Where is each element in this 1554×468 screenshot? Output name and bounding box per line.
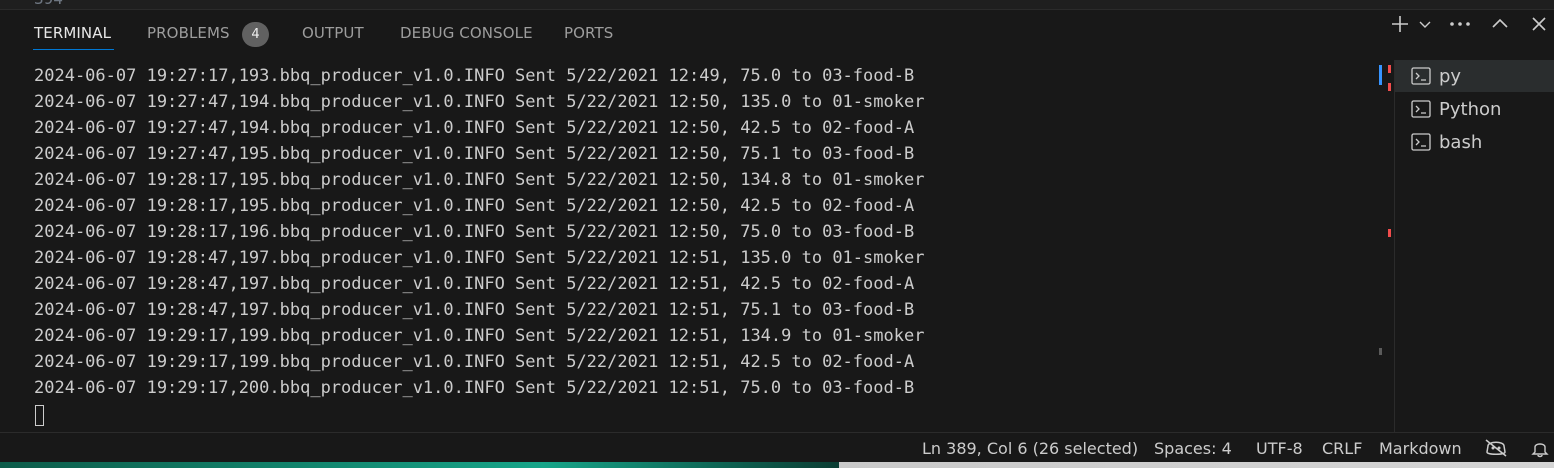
terminal-line: 2024-06-07 19:27:47,194.bbq_producer_v1.… [34, 118, 915, 138]
bell-icon [1531, 443, 1549, 458]
terminal-line: 2024-06-07 19:28:47,197.bbq_producer_v1.… [34, 248, 925, 268]
terminal-instance-label: Python [1439, 98, 1502, 120]
terminal-profile-dropdown[interactable] [1417, 10, 1433, 38]
terminal-line: 2024-06-07 19:28:17,195.bbq_producer_v1.… [34, 196, 915, 216]
terminal-line: 2024-06-07 19:28:17,196.bbq_producer_v1.… [34, 222, 915, 242]
problems-count-badge: 4 [242, 22, 269, 47]
terminal-line: 2024-06-07 19:27:47,195.bbq_producer_v1.… [34, 144, 915, 164]
scroll-marker [1388, 229, 1391, 237]
scroll-marker [1388, 65, 1391, 73]
tab-ports[interactable]: PORTS [564, 24, 613, 42]
terminal-line: 2024-06-07 19:27:47,194.bbq_producer_v1.… [34, 92, 925, 112]
panel-tab-bar: TERMINAL PROBLEMS 4 OUTPUT DEBUG CONSOLE… [0, 10, 1554, 60]
chevron-down-icon [1419, 21, 1431, 28]
active-tab-indicator [33, 49, 114, 50]
maximize-panel-button[interactable] [1489, 10, 1511, 38]
plus-icon [1392, 16, 1408, 32]
terminal-line: 2024-06-07 19:29:17,199.bbq_producer_v1.… [34, 326, 925, 346]
status-bar: Ln 389, Col 6 (26 selected) Spaces: 4 UT… [0, 432, 1554, 463]
close-icon [1532, 17, 1546, 31]
terminal-instances-list: py Python bash [1394, 60, 1554, 432]
notifications-button[interactable] [1530, 438, 1550, 462]
terminal-instance-bash[interactable]: bash [1395, 126, 1554, 158]
terminal-instance-label: bash [1439, 131, 1483, 153]
terminal-icon [1411, 67, 1431, 85]
status-eol[interactable]: CRLF [1322, 439, 1362, 458]
scroll-marker [1379, 65, 1382, 85]
terminal-scrollbar[interactable] [1377, 62, 1391, 432]
terminal-icon [1411, 100, 1431, 118]
terminal-line: 2024-06-07 19:29:17,199.bbq_producer_v1.… [34, 352, 915, 372]
terminal-line: 2024-06-07 19:28:47,197.bbq_producer_v1.… [34, 300, 915, 320]
status-encoding[interactable]: UTF-8 [1256, 439, 1303, 458]
copilot-status-button[interactable] [1484, 438, 1508, 462]
scroll-marker [1388, 83, 1391, 91]
terminal-line: 2024-06-07 19:29:17,200.bbq_producer_v1.… [34, 378, 915, 398]
status-indentation[interactable]: Spaces: 4 [1154, 439, 1232, 458]
bottom-panel: TERMINAL PROBLEMS 4 OUTPUT DEBUG CONSOLE… [0, 10, 1554, 432]
tab-problems[interactable]: PROBLEMS [147, 24, 230, 42]
tab-debug-console[interactable]: DEBUG CONSOLE [400, 24, 533, 42]
desktop-taskbar-edge [0, 462, 1554, 468]
tab-terminal[interactable]: TERMINAL [34, 24, 111, 42]
terminal-instance-py[interactable]: py [1395, 60, 1554, 92]
terminal-line: 2024-06-07 19:28:47,197.bbq_producer_v1.… [34, 274, 915, 294]
status-language-mode[interactable]: Markdown [1379, 439, 1462, 458]
status-cursor-position[interactable]: Ln 389, Col 6 (26 selected) [922, 439, 1138, 458]
terminal-line: 2024-06-07 19:27:17,193.bbq_producer_v1.… [34, 66, 915, 86]
terminal-line: 2024-06-07 19:28:17,195.bbq_producer_v1.… [34, 170, 925, 190]
terminal-instance-label: py [1439, 65, 1462, 87]
editor-line-number: 394 [34, 0, 63, 8]
more-actions-button[interactable] [1448, 10, 1472, 38]
tab-output[interactable]: OUTPUT [302, 24, 364, 42]
scroll-thumb[interactable] [1379, 348, 1382, 355]
close-panel-button[interactable] [1528, 10, 1550, 38]
ellipsis-icon [1450, 22, 1470, 26]
new-terminal-button[interactable] [1389, 10, 1411, 38]
terminal-instance-python[interactable]: Python [1395, 93, 1554, 125]
editor-area-edge: 394 [0, 0, 1554, 10]
terminal-icon [1411, 133, 1431, 151]
copilot-icon [1485, 439, 1507, 457]
terminal-output[interactable]: 2024-06-07 19:27:17,193.bbq_producer_v1.… [0, 62, 1380, 432]
chevron-up-icon [1492, 18, 1508, 28]
terminal-cursor [35, 405, 44, 426]
